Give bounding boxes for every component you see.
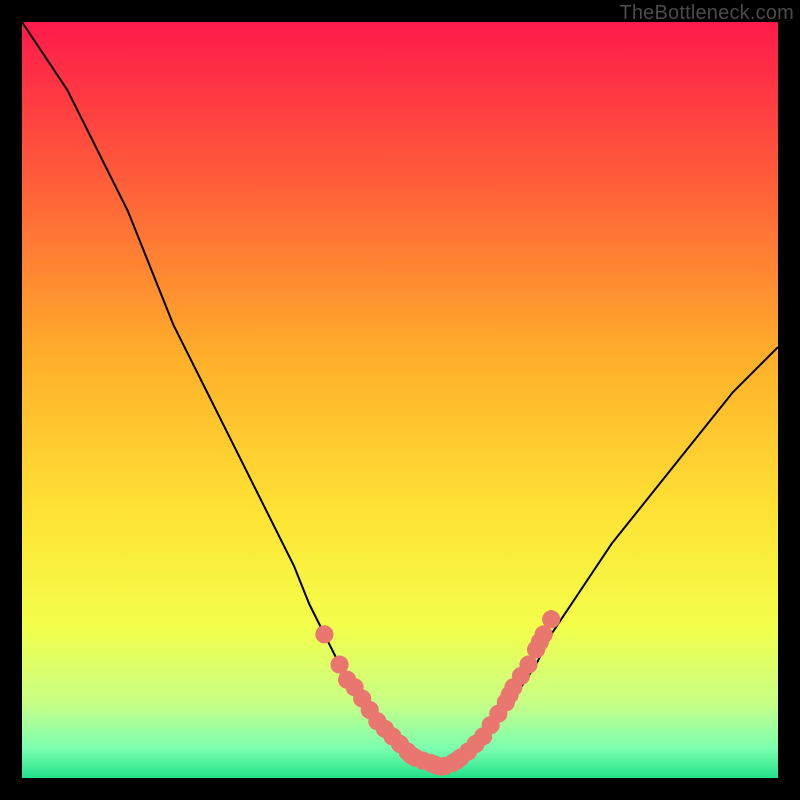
data-dot	[315, 625, 333, 643]
chart-plot	[22, 22, 778, 778]
chart-svg	[22, 22, 778, 778]
data-dot	[542, 610, 560, 628]
chart-background	[22, 22, 778, 778]
chart-frame: TheBottleneck.com	[0, 0, 800, 800]
